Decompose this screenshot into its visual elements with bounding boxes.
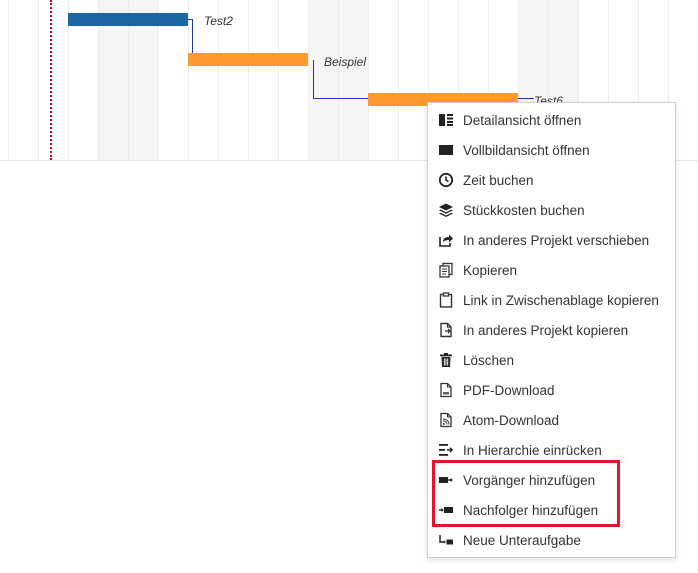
- fullscreen-icon: [438, 142, 454, 158]
- menu-item-label: Kopieren: [463, 263, 518, 278]
- dependency-link: [192, 19, 193, 54]
- menu-item-label: In anderes Projekt verschieben: [463, 233, 650, 248]
- menu-item-book-time[interactable]: Zeit buchen: [428, 165, 675, 195]
- menu-item-label: PDF-Download: [463, 383, 555, 398]
- menu-item-copy-link[interactable]: Link in Zwischenablage kopieren: [428, 285, 675, 315]
- move-icon: [438, 232, 454, 248]
- menu-item-label: Vorgänger hinzufügen: [463, 473, 596, 488]
- menu-item-add-successor[interactable]: Nachfolger hinzufügen: [428, 495, 675, 525]
- menu-item-label: Löschen: [463, 353, 515, 368]
- gantt-column: [8, 0, 38, 160]
- gantt-task-bar[interactable]: [188, 53, 308, 66]
- dependency-link: [313, 98, 369, 99]
- menu-item-move-to-project[interactable]: In anderes Projekt verschieben: [428, 225, 675, 255]
- dependency-link: [313, 60, 314, 98]
- menu-item-copy[interactable]: Kopieren: [428, 255, 675, 285]
- detail-view-icon: [438, 112, 454, 128]
- atom-file-icon: [438, 412, 454, 428]
- menu-item-label: Neue Unteraufgabe: [463, 533, 581, 548]
- trash-icon: [438, 352, 454, 368]
- menu-item-label: Detailansicht öffnen: [463, 113, 582, 128]
- menu-item-detail-view[interactable]: Detailansicht öffnen: [428, 105, 675, 135]
- context-menu: Detailansicht öffnen Vollbildansicht öff…: [427, 102, 676, 558]
- gantt-column: [398, 0, 428, 160]
- indent-icon: [438, 442, 454, 458]
- add-predecessor-icon: [438, 472, 454, 488]
- gantt-column: [278, 0, 308, 160]
- menu-item-label: Stückkosten buchen: [463, 203, 585, 218]
- menu-item-add-predecessor[interactable]: Vorgänger hinzufügen: [428, 465, 675, 495]
- menu-item-copy-to-project[interactable]: In anderes Projekt kopieren: [428, 315, 675, 345]
- menu-item-label: Vollbildansicht öffnen: [463, 143, 590, 158]
- menu-item-label: In Hierarchie einrücken: [463, 443, 602, 458]
- add-successor-icon: [438, 502, 454, 518]
- copy-to-project-icon: [438, 322, 454, 338]
- gantt-column: [38, 0, 68, 160]
- menu-item-pdf-download[interactable]: PDF-Download: [428, 375, 675, 405]
- menu-item-label: Link in Zwischenablage kopieren: [463, 293, 659, 308]
- menu-item-new-subtask[interactable]: Neue Unteraufgabe: [428, 525, 675, 555]
- gantt-column: [248, 0, 278, 160]
- gantt-task-label: Beispiel: [324, 55, 367, 69]
- clock-icon: [438, 172, 454, 188]
- clipboard-icon: [438, 292, 454, 308]
- copy-icon: [438, 262, 454, 278]
- menu-item-book-unit-costs[interactable]: Stückkosten buchen: [428, 195, 675, 225]
- menu-item-label: Nachfolger hinzufügen: [463, 503, 599, 518]
- menu-item-indent-hierarchy[interactable]: In Hierarchie einrücken: [428, 435, 675, 465]
- menu-item-label: Atom-Download: [463, 413, 560, 428]
- gantt-task-bar[interactable]: [68, 13, 188, 26]
- subtask-icon: [438, 532, 454, 548]
- pdf-file-icon: [438, 382, 454, 398]
- today-marker-line: [50, 0, 52, 160]
- gantt-column: [368, 0, 398, 160]
- menu-item-fullscreen[interactable]: Vollbildansicht öffnen: [428, 135, 675, 165]
- gantt-column-weekend: [338, 0, 368, 160]
- gantt-task-label: Test2: [204, 14, 233, 28]
- layers-icon: [438, 202, 454, 218]
- dependency-link: [518, 98, 534, 99]
- menu-item-label: In anderes Projekt kopieren: [463, 323, 629, 338]
- menu-item-atom-download[interactable]: Atom-Download: [428, 405, 675, 435]
- menu-item-delete[interactable]: Löschen: [428, 345, 675, 375]
- menu-item-label: Zeit buchen: [463, 173, 534, 188]
